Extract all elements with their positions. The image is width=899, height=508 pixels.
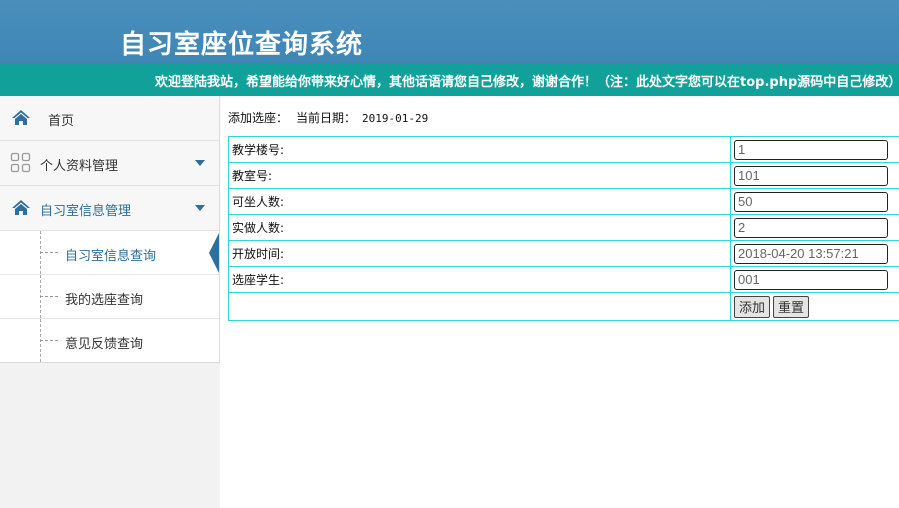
field-label: 开放时间: (228, 240, 731, 267)
field-cell (730, 162, 899, 189)
chevron-down-icon (195, 205, 205, 211)
app-header: 自习室座位查询系统 (0, 0, 899, 63)
submenu-item-room-query[interactable]: 自习室信息查询 (0, 231, 219, 275)
form-row: 开放时间: (228, 240, 899, 267)
open-time-input[interactable] (734, 243, 888, 264)
date-label: 当前日期： (296, 111, 357, 125)
form-row: 实做人数: (228, 214, 899, 241)
active-pointer-icon (209, 233, 219, 273)
form-row: 教室号: (228, 162, 899, 189)
field-cell (730, 240, 899, 267)
occupied-input[interactable] (734, 217, 888, 238)
sidebar-item-label: 首页 (48, 114, 75, 129)
sidebar: 首页 个人资料管理 自习室信息管理 自习室信息查询 我的选座查询 意见反馈查询 (0, 96, 220, 363)
date-value: 2019-01-29 (362, 112, 429, 125)
home-icon (12, 110, 30, 125)
submenu-item-label: 我的选座查询 (65, 293, 144, 308)
submenu: 自习室信息查询 我的选座查询 意见反馈查询 (0, 231, 219, 362)
field-cell (730, 214, 899, 241)
seat-form-table: 教学楼号: 教室号: 可坐人数: 实做人数: 开放时间: 选座学生: 添加重置 (228, 136, 899, 321)
field-cell (730, 136, 899, 163)
sidebar-item-room-management[interactable]: 自习室信息管理 (0, 186, 219, 231)
submenu-item-label: 意见反馈查询 (65, 337, 144, 352)
sidebar-item-profile[interactable]: 个人资料管理 (0, 141, 219, 186)
tree-branch (40, 252, 58, 253)
building-number-input[interactable] (734, 139, 888, 160)
field-cell (730, 266, 899, 293)
field-label: 教室号: (228, 162, 731, 189)
form-row: 可坐人数: (228, 188, 899, 215)
add-button[interactable]: 添加 (734, 295, 771, 318)
field-label: 可坐人数: (228, 188, 731, 215)
sidebar-item-home[interactable]: 首页 (0, 96, 219, 141)
chevron-down-icon (195, 160, 205, 166)
actions-cell: 添加 重置 (730, 292, 899, 321)
sidebar-item-label: 个人资料管理 (40, 159, 119, 174)
marquee-banner: 欢迎登陆我站，希望能给你带来好心情，其他话语请您自己修改，谢谢合作！（注：此处文… (0, 63, 899, 96)
grid-icon (10, 152, 31, 173)
page-title: 添加选座： (228, 111, 289, 125)
field-label: 实做人数: (228, 214, 731, 241)
field-cell (730, 188, 899, 215)
app-title: 自习室座位查询系统 (120, 30, 364, 60)
room-number-input[interactable] (734, 165, 888, 186)
marquee-text: 欢迎登陆我站，希望能给你带来好心情，其他话语请您自己修改，谢谢合作！（注：此处文… (155, 75, 899, 90)
submenu-item-feedback[interactable]: 意见反馈查询 (0, 319, 219, 362)
field-label: 教学楼号: (228, 136, 731, 163)
submenu-item-my-seat[interactable]: 我的选座查询 (0, 275, 219, 319)
home-icon (12, 200, 30, 215)
form-row: 教学楼号: (228, 136, 899, 163)
field-label: 选座学生: (228, 266, 731, 293)
form-row: 选座学生: (228, 266, 899, 293)
tree-branch (40, 296, 58, 297)
form-actions-row: 添加 重置 (228, 292, 899, 321)
submenu-item-label: 自习室信息查询 (65, 249, 157, 264)
reset-button[interactable]: 重置 (773, 295, 810, 318)
page-heading: 添加选座： 当前日期： 2019-01-29 (228, 109, 428, 126)
student-input[interactable] (734, 269, 888, 290)
tree-branch (40, 340, 58, 341)
capacity-input[interactable] (734, 191, 888, 212)
sidebar-item-label: 自习室信息管理 (40, 204, 132, 219)
empty-cell (228, 292, 731, 321)
